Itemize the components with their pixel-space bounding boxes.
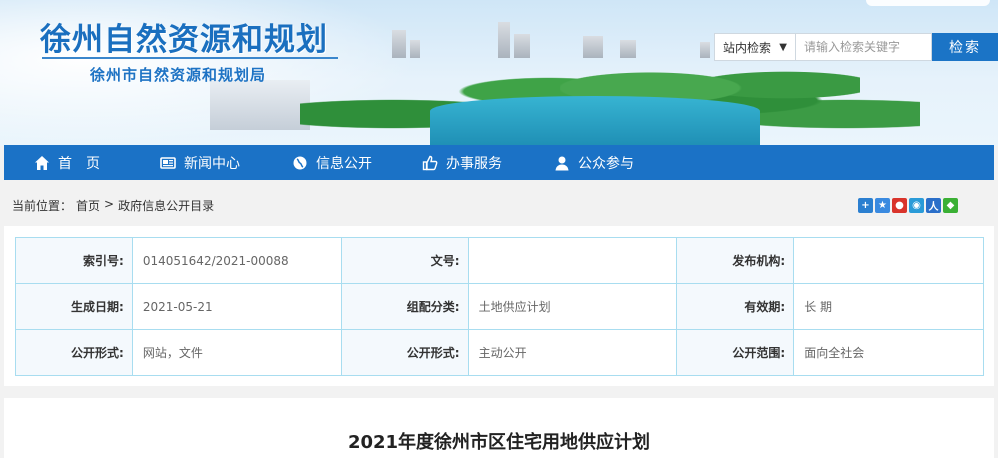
search-scope-select[interactable]: 站内检索 ▼ (714, 33, 796, 61)
meta-value: 主动公开 (467, 329, 678, 376)
breadcrumb-prefix: 当前位置： (12, 199, 73, 213)
meta-value: 2021-05-21 (131, 283, 342, 330)
nav-item-info[interactable]: 信息公开 (292, 145, 422, 180)
share-weibo-icon[interactable]: ● (892, 198, 907, 213)
share-renren-icon[interactable]: 人 (926, 198, 941, 213)
nav-item-home[interactable]: 首 页 (34, 145, 154, 180)
breadcrumb-separator: > (104, 197, 115, 211)
meta-label: 公开形式: (340, 329, 469, 376)
user-icon (555, 156, 569, 170)
meta-label: 生成日期: (15, 283, 133, 330)
meta-label: 公开范围: (676, 329, 795, 376)
newspaper-icon (160, 156, 176, 169)
banner-building (498, 22, 510, 58)
meta-value (467, 237, 678, 284)
meta-value (793, 237, 984, 284)
meta-label: 组配分类: (340, 283, 469, 330)
thumbs-up-icon (422, 155, 438, 170)
site-title: 徐州自然资源和规划 (40, 22, 328, 58)
table-row: 公开形式: 网站，文件 公开形式: 主动公开 公开范围: 面向全社会 (15, 329, 984, 376)
banner-building (410, 40, 420, 58)
nav-item-label: 信息公开 (316, 155, 372, 172)
nav-item-services[interactable]: 办事服务 (422, 145, 554, 180)
banner-building (392, 30, 406, 58)
breadcrumb: 当前位置： 首页 > 政府信息公开目录 (12, 197, 218, 214)
info-panel: 索引号: 014051642/2021-00088 文号: 发布机构: 生成日期… (4, 226, 994, 386)
share-wechat-icon[interactable]: ◆ (943, 198, 958, 213)
banner-lake (430, 96, 760, 146)
article-title: 2021年度徐州市区住宅用地供应计划 (347, 432, 651, 453)
nav-item-label: 新闻中心 (184, 155, 240, 172)
search-input[interactable] (796, 33, 932, 61)
meta-label: 有效期: (676, 283, 795, 330)
table-row: 索引号: 014051642/2021-00088 文号: 发布机构: (15, 237, 984, 284)
meta-value: 面向全社会 (793, 329, 984, 376)
nav-item-label: 办事服务 (446, 155, 502, 172)
meta-label: 公开形式: (15, 329, 133, 376)
share-qzone-icon[interactable]: ★ (875, 198, 890, 213)
title-underline (42, 57, 338, 59)
breadcrumb-home-link[interactable]: 首页 (76, 197, 100, 214)
nav-item-label: 首 页 (58, 155, 100, 172)
breadcrumb-current[interactable]: 政府信息公开目录 (118, 197, 214, 214)
meta-table: 索引号: 014051642/2021-00088 文号: 发布机构: 生成日期… (15, 237, 984, 376)
meta-value: 网站，文件 (131, 329, 342, 376)
meta-label: 文号: (340, 237, 469, 284)
nav-item-label: 公众参与 (578, 155, 634, 172)
table-row: 生成日期: 2021-05-21 组配分类: 土地供应计划 有效期: 长 期 (15, 283, 984, 330)
share-toolbar: + ★ ● ◉ 人 ◆ (858, 198, 958, 213)
search-scope-label: 站内检索 (723, 40, 772, 55)
banner-building (210, 80, 310, 130)
meta-value: 土地供应计划 (467, 283, 678, 330)
article: 2021年度徐州市区住宅用地供应计划 (4, 398, 994, 458)
caret-down-icon: ▼ (779, 42, 787, 53)
main-nav: 首 页 新闻中心 信息公开 办事服务 公众参与 (4, 145, 994, 180)
search-bar: 站内检索 ▼ 检索 (714, 33, 998, 61)
meta-value: 长 期 (793, 283, 984, 330)
meta-label: 发布机构: (676, 237, 795, 284)
search-button[interactable]: 检索 (932, 33, 998, 61)
globe-icon (293, 156, 307, 169)
share-qq-icon[interactable]: ◉ (909, 198, 924, 213)
site-subtitle: 徐州市自然资源和规划局 (90, 66, 267, 84)
header-banner: 徐州自然资源和规划 徐州市自然资源和规划局 站内检索 ▼ 检索 (0, 0, 998, 146)
meta-label: 索引号: (15, 237, 133, 284)
nav-item-public[interactable]: 公众参与 (554, 145, 686, 180)
share-plus-icon[interactable]: + (858, 198, 873, 213)
banner-building (514, 34, 530, 58)
home-icon (35, 155, 49, 170)
meta-value: 014051642/2021-00088 (131, 237, 342, 284)
nav-item-news[interactable]: 新闻中心 (160, 145, 292, 180)
corner-badge (866, 0, 990, 6)
